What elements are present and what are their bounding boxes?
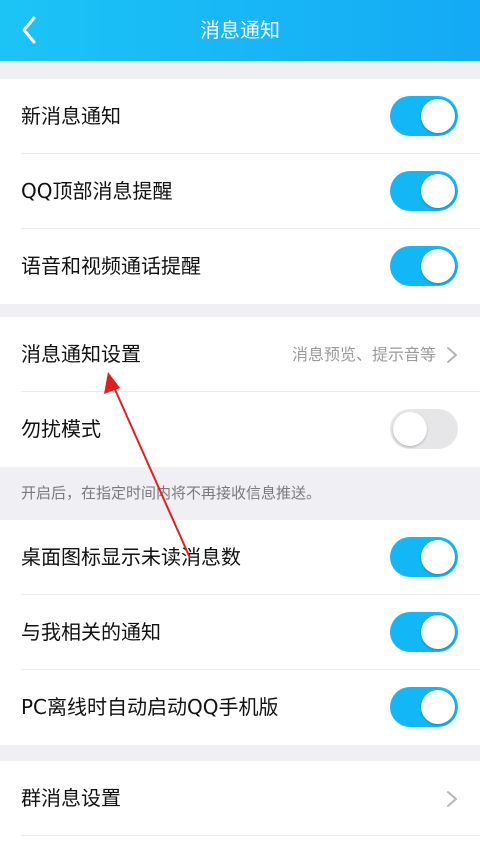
row-label: 消息通知设置: [21, 342, 141, 366]
title-bar: 消息通知: [0, 0, 480, 61]
row-label: 勿扰模式: [21, 417, 101, 441]
row-subtitle: 消息预览、提示音等: [291, 345, 436, 364]
row-label: PC离线时自动启动QQ手机版: [21, 695, 279, 719]
qq-top-reminder-toggle[interactable]: [390, 171, 458, 211]
chevron-right-icon: [447, 347, 457, 363]
row-label: 新消息通知: [21, 104, 121, 128]
row-do-not-disturb[interactable]: 勿扰模式: [0, 392, 480, 467]
toggle-knob: [393, 412, 427, 446]
row-new-message-notify[interactable]: 新消息通知: [0, 79, 480, 154]
section-other: 桌面图标显示未读消息数 与我相关的通知 PC离线时自动启动QQ手机版: [0, 520, 480, 745]
row-label: QQ顶部消息提醒: [21, 179, 173, 203]
row-related-notify[interactable]: 与我相关的通知: [0, 595, 480, 670]
related-notify-toggle[interactable]: [390, 612, 458, 652]
section-group: 群消息设置: [0, 761, 480, 842]
back-arrow-icon: [22, 16, 36, 44]
row-label: 语音和视频通话提醒: [21, 254, 201, 278]
section-notifications: 新消息通知 QQ顶部消息提醒 语音和视频通话提醒: [0, 79, 480, 304]
dnd-hint-text: 开启后，在指定时间内将不再接收信息推送。: [21, 484, 322, 502]
row-call-reminder[interactable]: 语音和视频通话提醒: [0, 229, 480, 304]
do-not-disturb-toggle[interactable]: [390, 409, 458, 449]
row-label: 群消息设置: [21, 786, 121, 810]
toggle-knob: [421, 174, 455, 208]
divider: [21, 835, 480, 836]
row-notify-settings[interactable]: 消息通知设置 消息预览、提示音等: [0, 317, 480, 392]
page-title: 消息通知: [200, 18, 280, 42]
toggle-knob: [421, 249, 455, 283]
pc-offline-autostart-toggle[interactable]: [390, 687, 458, 727]
row-label: 桌面图标显示未读消息数: [21, 545, 241, 569]
row-group-settings[interactable]: 群消息设置: [0, 761, 480, 836]
row-qq-top-reminder[interactable]: QQ顶部消息提醒: [0, 154, 480, 229]
toggle-knob: [421, 540, 455, 574]
chevron-right-icon: [447, 791, 457, 807]
new-message-notify-toggle[interactable]: [390, 96, 458, 136]
row-label: 与我相关的通知: [21, 620, 161, 644]
toggle-knob: [421, 690, 455, 724]
call-reminder-toggle[interactable]: [390, 246, 458, 286]
row-pc-offline-autostart[interactable]: PC离线时自动启动QQ手机版: [0, 670, 480, 745]
section-settings: 消息通知设置 消息预览、提示音等 勿扰模式: [0, 317, 480, 467]
unread-badge-toggle[interactable]: [390, 537, 458, 577]
row-unread-badge[interactable]: 桌面图标显示未读消息数: [0, 520, 480, 595]
toggle-knob: [421, 615, 455, 649]
toggle-knob: [421, 99, 455, 133]
back-button[interactable]: [12, 10, 52, 50]
